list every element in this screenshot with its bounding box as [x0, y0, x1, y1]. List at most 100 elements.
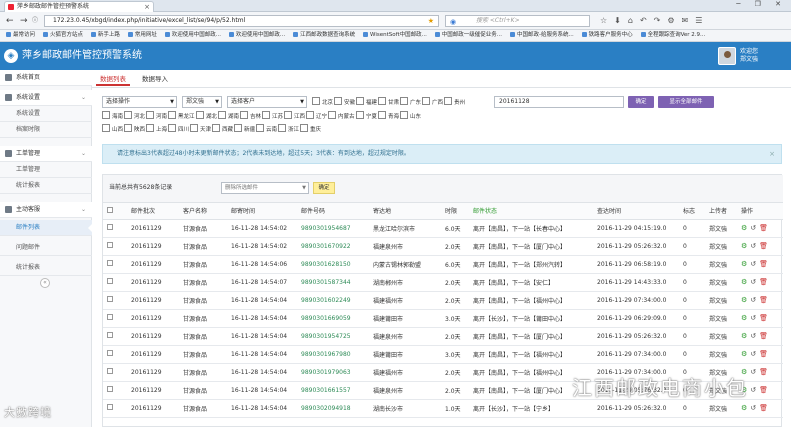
trash-icon[interactable]: 🗑 — [759, 332, 768, 340]
province-checkbox[interactable]: 上海 — [146, 124, 167, 135]
province-checkbox[interactable]: 甘肃 — [378, 97, 399, 108]
col-status[interactable]: 邮件状态 — [469, 203, 593, 220]
show-all-button[interactable]: 显示全部邮件 — [658, 96, 714, 108]
trash-icon[interactable]: 🗑 — [759, 296, 768, 304]
undo-icon[interactable]: ↺ — [750, 296, 756, 304]
province-checkbox[interactable]: 宁夏 — [356, 111, 377, 122]
gear-icon[interactable]: ⚙ — [741, 314, 747, 322]
bookmark-star-icon[interactable]: ★ — [428, 16, 434, 26]
user-select[interactable]: 郑文強 — [182, 96, 222, 108]
col-check-time[interactable]: 查达时间 — [593, 203, 679, 220]
bookmark-item[interactable]: 铁路客户服务中心 — [582, 30, 633, 41]
sidebar-item-system-settings[interactable]: 系统设置 — [0, 106, 92, 122]
browser-search-input[interactable]: ◉ 搜索 <Ctrl+K> — [445, 15, 590, 27]
col-limit[interactable]: 时限 — [441, 203, 469, 220]
province-checkbox[interactable]: 重庆 — [300, 124, 321, 135]
col-flag[interactable]: 标志 — [679, 203, 705, 220]
province-checkbox[interactable]: 河北 — [124, 111, 145, 122]
province-checkbox[interactable]: 湖北 — [196, 111, 217, 122]
window-controls[interactable]: ─ ❐ ✕ — [736, 0, 787, 8]
gear-icon[interactable]: ⚙ — [741, 278, 747, 286]
province-checkbox[interactable]: 新疆 — [234, 124, 255, 135]
province-checkbox[interactable]: 四川 — [168, 124, 189, 135]
sidebar-item-archive-limits[interactable]: 档案时限 — [0, 122, 92, 138]
undo-icon[interactable]: ↺ — [750, 350, 756, 358]
bookmark-item[interactable]: 常用网址 — [128, 30, 157, 41]
bookmark-item[interactable]: 中国邮政一级催促业务... — [435, 30, 502, 41]
gear-icon[interactable]: ⚙ — [741, 242, 747, 250]
row-checkbox[interactable] — [103, 291, 127, 310]
sidebar-item-home[interactable]: 系统首页 — [0, 70, 92, 86]
row-checkbox[interactable] — [103, 327, 127, 346]
province-checkbox[interactable]: 山西 — [102, 124, 123, 135]
tab-data-list[interactable]: 数据列表 — [96, 74, 130, 86]
forward-icon[interactable]: → — [20, 15, 28, 27]
gear-icon[interactable]: ⚙ — [741, 296, 747, 304]
province-checkbox[interactable]: 西藏 — [212, 124, 233, 135]
province-checkbox[interactable]: 广西 — [422, 97, 443, 108]
row-checkbox[interactable] — [103, 237, 127, 256]
bulk-confirm-button[interactable]: 确定 — [313, 182, 335, 194]
trash-icon[interactable]: 🗑 — [759, 224, 768, 232]
browser-tab[interactable]: 萍乡邮政邮件管控预警系统 × — [4, 1, 154, 12]
province-checkbox[interactable]: 云南 — [256, 124, 277, 135]
province-checkbox[interactable]: 北京 — [312, 97, 333, 108]
select-all-checkbox[interactable] — [103, 203, 127, 220]
close-tab-icon[interactable]: × — [144, 2, 150, 12]
province-checkbox[interactable]: 天津 — [190, 124, 211, 135]
province-checkbox[interactable]: 河南 — [146, 111, 167, 122]
row-checkbox[interactable] — [103, 273, 127, 292]
bookmark-item[interactable]: 火狐官方站点 — [43, 30, 83, 41]
gear-icon[interactable]: ⚙ — [741, 350, 747, 358]
province-checkbox[interactable]: 浙江 — [278, 124, 299, 135]
trash-icon[interactable]: 🗑 — [759, 350, 768, 358]
undo-icon[interactable]: ↺ — [750, 260, 756, 268]
sidebar-collapse-button[interactable]: « — [40, 278, 50, 288]
operation-select[interactable]: 选择操作 — [102, 96, 177, 108]
province-checkbox[interactable]: 广东 — [400, 97, 421, 108]
bookmark-item[interactable]: 最常访问 — [6, 30, 35, 41]
province-checkbox[interactable]: 江苏 — [262, 111, 283, 122]
sidebar-group-tickets[interactable]: 工单管理 ⌄ — [0, 146, 92, 162]
customer-select[interactable]: 选择客户 — [227, 96, 307, 108]
undo-icon[interactable]: ↺ — [750, 278, 756, 286]
province-checkbox[interactable]: 海南 — [102, 111, 123, 122]
row-checkbox[interactable] — [103, 219, 127, 238]
bookmark-item[interactable]: 欢迎使用中国邮政... — [165, 30, 221, 41]
province-checkbox[interactable]: 山东 — [400, 111, 421, 122]
bookmark-item[interactable]: 江西邮政数据查询系统 — [293, 30, 355, 41]
bookmark-item[interactable]: 全程跟踪查询Ver 2.9... — [641, 30, 706, 41]
gear-icon[interactable]: ⚙ — [741, 224, 747, 232]
province-checkbox[interactable]: 贵州 — [444, 97, 465, 108]
province-checkbox[interactable]: 江西 — [284, 111, 305, 122]
tab-data-import[interactable]: 数据导入 — [138, 74, 172, 84]
gear-icon[interactable]: ⚙ — [741, 404, 747, 412]
row-checkbox[interactable] — [103, 309, 127, 328]
back-icon[interactable]: ← — [6, 15, 14, 27]
province-checkbox[interactable]: 吉林 — [240, 111, 261, 122]
trash-icon[interactable]: 🗑 — [759, 314, 768, 322]
undo-icon[interactable]: ↺ — [750, 314, 756, 322]
row-checkbox[interactable] — [103, 255, 127, 274]
bookmark-item[interactable]: 欢迎使用中国邮政... — [229, 30, 285, 41]
date-input[interactable]: 20161128 — [494, 96, 624, 108]
avatar[interactable] — [718, 47, 736, 65]
bookmark-item[interactable]: WisentSoft中国邮政... — [363, 30, 427, 41]
info-icon[interactable]: ⓘ — [32, 15, 38, 27]
province-checkbox[interactable]: 青海 — [378, 111, 399, 122]
province-checkbox[interactable]: 辽宁 — [306, 111, 327, 122]
province-checkbox[interactable]: 安徽 — [334, 97, 355, 108]
province-checkbox[interactable]: 黑龙江 — [168, 111, 195, 122]
row-checkbox[interactable] — [103, 381, 127, 400]
gear-icon[interactable]: ⚙ — [741, 332, 747, 340]
trash-icon[interactable]: 🗑 — [759, 386, 768, 394]
sidebar-item-ticket-reports[interactable]: 统计报表 — [0, 178, 92, 194]
bookmark-item[interactable]: 中国邮政-给服务系统... — [510, 30, 574, 41]
gear-icon[interactable]: ⚙ — [741, 260, 747, 268]
col-batch[interactable]: 邮件批次 — [127, 203, 179, 220]
bulk-action-select[interactable]: 删除所选邮件 — [221, 182, 309, 194]
user-info[interactable]: 欢迎您 郑文強 — [740, 48, 758, 64]
undo-icon[interactable]: ↺ — [750, 386, 756, 394]
sidebar-group-service[interactable]: 主动客服 ⌄ — [0, 202, 92, 218]
sidebar-item-service-reports[interactable]: 统计报表 — [0, 260, 92, 276]
